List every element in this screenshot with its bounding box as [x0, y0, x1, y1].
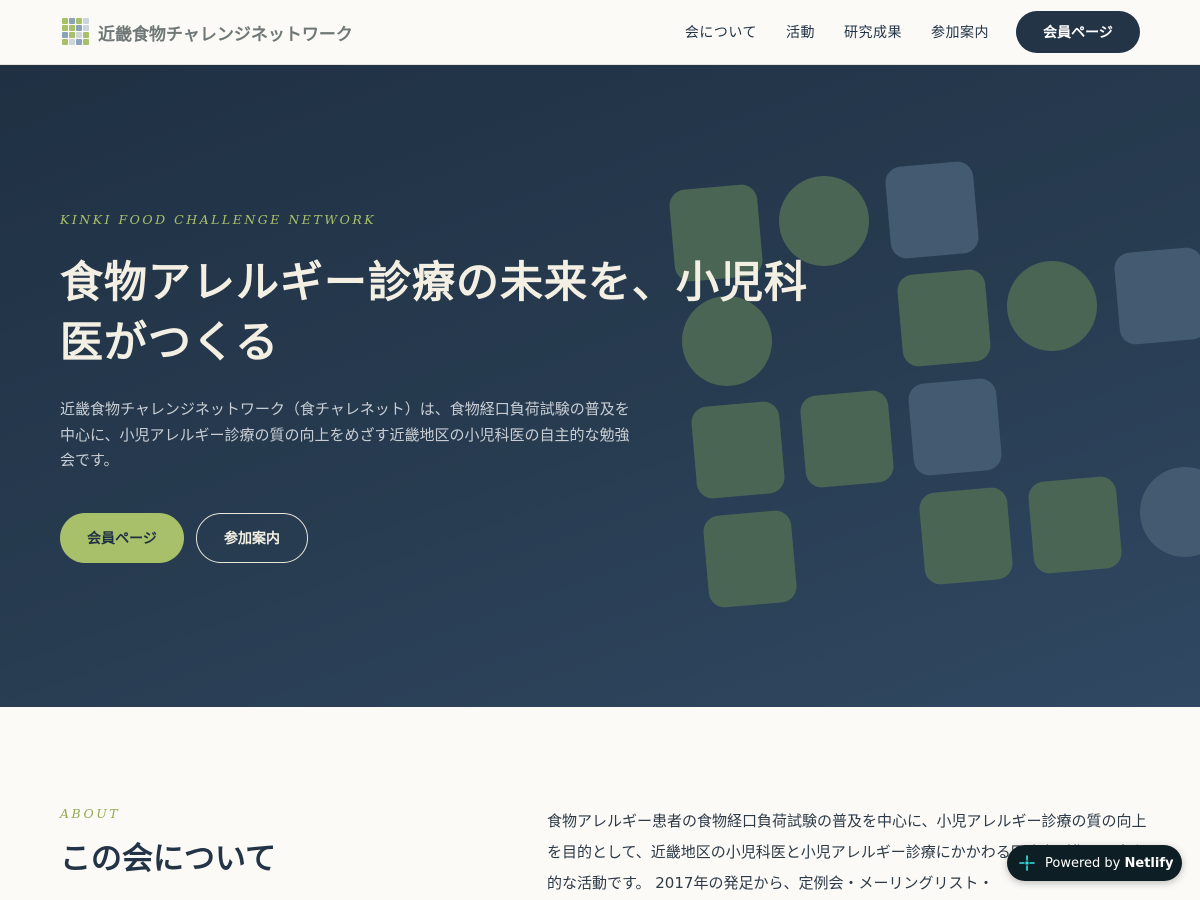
- deco-square: [919, 487, 1013, 585]
- deco-square: [897, 269, 991, 367]
- nav-item-activities[interactable]: 活動: [786, 22, 815, 42]
- deco-square: [800, 390, 894, 488]
- main-nav: 会について 活動 研究成果 参加案内: [685, 22, 989, 42]
- hero-eyebrow: KINKI FOOD CHALLENGE NETWORK: [60, 212, 377, 227]
- netlify-prefix: Powered by: [1045, 855, 1121, 871]
- logo-grid-icon: [62, 18, 90, 46]
- deco-square: [691, 401, 785, 499]
- hero-title: 食物アレルギー診療の未来を、小児科医がつくる: [60, 258, 808, 368]
- netlify-icon: [1019, 855, 1035, 871]
- deco-square: [1114, 247, 1200, 345]
- deco-square: [908, 378, 1002, 476]
- hero-section: KINKI FOOD CHALLENGE NETWORK 食物アレルギー診療の未…: [0, 65, 1200, 707]
- netlify-brand: Netlify: [1124, 855, 1174, 871]
- hero-description: 近畿食物チャレンジネットワーク（食チャレネット）は、食物経口負荷試験の普及を中心…: [60, 400, 630, 469]
- hero-join-button[interactable]: 参加案内: [196, 513, 308, 563]
- nav-item-research[interactable]: 研究成果: [844, 22, 902, 42]
- about-label: ABOUT: [60, 806, 121, 821]
- deco-square: [885, 161, 979, 259]
- deco-circle: [1007, 261, 1097, 351]
- netlify-text: Powered by Netlify: [1045, 856, 1173, 871]
- deco-square: [1028, 476, 1122, 574]
- deco-square: [703, 510, 797, 608]
- member-page-button[interactable]: 会員ページ: [1016, 11, 1140, 53]
- nav-item-join[interactable]: 参加案内: [931, 22, 989, 42]
- hero-member-page-button[interactable]: 会員ページ: [60, 513, 184, 563]
- netlify-badge[interactable]: Powered by Netlify: [1007, 845, 1182, 881]
- site-logo[interactable]: 近畿食物チャレンジネットワーク: [62, 18, 353, 46]
- about-title: この会について: [60, 841, 277, 877]
- logo-text: 近畿食物チャレンジネットワーク: [98, 24, 353, 45]
- nav-item-about[interactable]: 会について: [685, 22, 757, 42]
- site-header: 近畿食物チャレンジネットワーク 会について 活動 研究成果 参加案内 会員ページ: [0, 0, 1200, 65]
- deco-circle: [1140, 467, 1200, 557]
- hero-decoration: [669, 161, 1200, 608]
